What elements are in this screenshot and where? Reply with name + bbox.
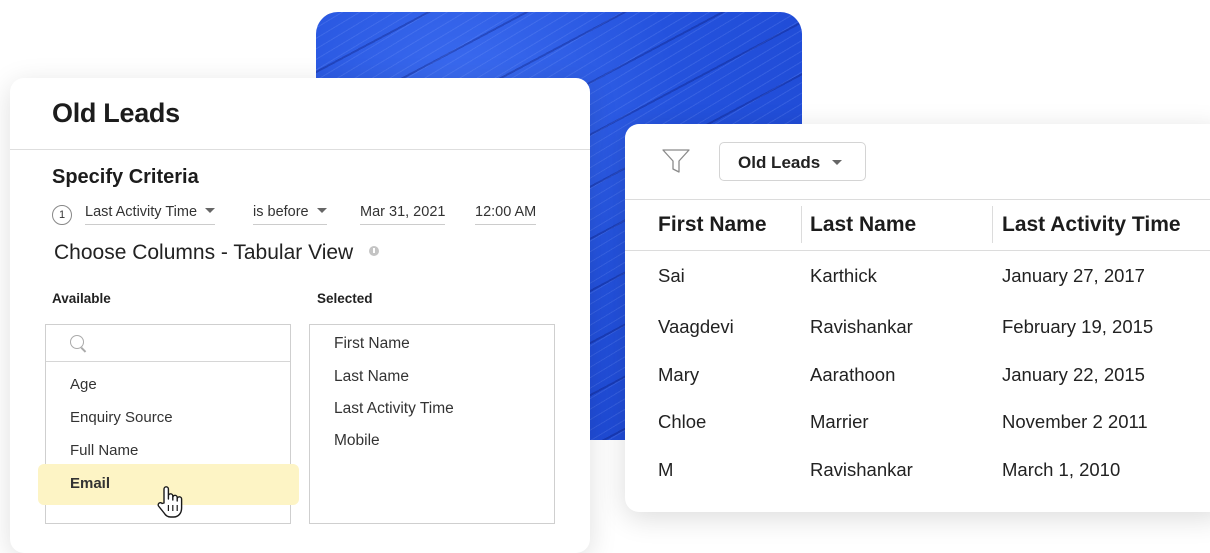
table-cell: M [658,459,674,480]
available-search-input[interactable] [46,325,290,362]
column-separator [801,206,802,243]
table-cell: Aarathoon [810,364,896,385]
column-separator [992,206,993,243]
criteria-heading: Specify Criteria [52,166,199,188]
table-cell: Ravishankar [810,459,913,480]
view-select-label: Old Leads [738,153,821,172]
table-cell: January 22, 2015 [1002,364,1145,385]
available-item-email-label: Email [70,475,111,492]
results-panel: Old Leads First Name Last Name Last Acti… [625,124,1210,512]
table-cell: Vaagdevi [658,316,734,337]
chevron-down-icon [205,208,216,213]
table-cell: January 27, 2017 [1002,265,1145,286]
selected-item[interactable]: Mobile [334,432,380,450]
selected-item[interactable]: Last Name [334,368,409,386]
criterion-number-badge: 1 [52,205,72,225]
criterion-operator-dropdown[interactable]: is before [253,204,327,225]
table-top-border [625,199,1210,200]
table-cell: March 1, 2010 [1002,459,1121,480]
selected-item[interactable]: Last Activity Time [334,400,454,418]
available-item[interactable]: Age [70,376,97,393]
table-cell: Sai [658,265,685,286]
title-divider [10,149,590,150]
column-header-last-name[interactable]: Last Name [810,213,916,237]
search-icon [70,335,84,349]
column-header-last-activity-time[interactable]: Last Activity Time [1002,213,1181,237]
hand-pointer-icon [157,486,183,518]
table-cell: February 19, 2015 [1002,316,1154,337]
chevron-down-icon [832,160,843,165]
table-header-border [625,250,1210,251]
choose-columns-heading: Choose Columns - Tabular View [54,241,380,265]
criterion-field-label: Last Activity Time [85,204,198,220]
available-label: Available [52,291,111,306]
table-cell: November 2 2011 [1002,411,1148,432]
view-select-dropdown[interactable]: Old Leads [719,142,866,181]
criterion-row: 1 Last Activity Time is before Mar 31, 2… [52,203,552,227]
info-icon[interactable] [369,246,380,256]
available-item[interactable]: Enquiry Source [70,409,173,426]
table-cell: Karthick [810,265,877,286]
chevron-down-icon [316,208,327,213]
table-cell: Ravishankar [810,316,913,337]
criterion-time-field[interactable]: 12:00 AM [475,204,537,225]
selected-columns-list[interactable]: First Name Last Name Last Activity Time … [309,324,555,524]
criterion-operator-label: is before [253,204,309,220]
table-cell: Mary [658,364,700,385]
available-item[interactable]: Full Name [70,442,138,459]
table-cell: Marrier [810,411,869,432]
column-header-first-name[interactable]: First Name [658,213,767,237]
panel-title: Old Leads [52,98,180,128]
table-cell: Chloe [658,411,707,432]
choose-columns-label: Choose Columns - Tabular View [54,241,354,264]
criterion-date-field[interactable]: Mar 31, 2021 [360,204,446,225]
criteria-panel: Old Leads Specify Criteria 1 Last Activi… [10,78,590,553]
selected-label: Selected [317,291,373,306]
filter-icon[interactable] [661,148,691,174]
criterion-field-dropdown[interactable]: Last Activity Time [85,204,216,225]
selected-item[interactable]: First Name [334,335,410,353]
